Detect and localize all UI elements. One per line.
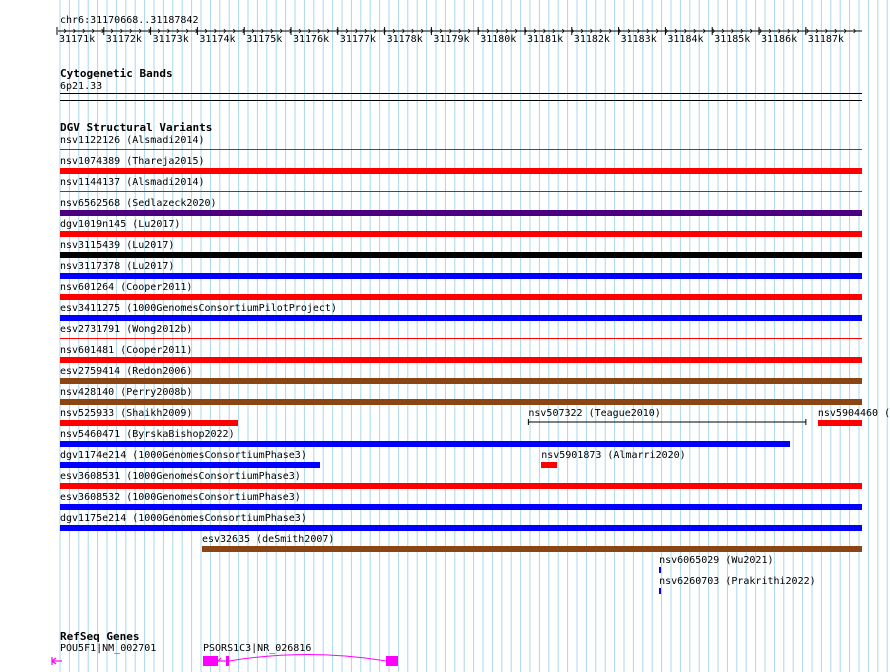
genome-browser-view[interactable]: chr6:31170668..31187842 31171k 31172k 3117… <box>0 0 890 672</box>
gene-intron-psors1c3 <box>228 654 387 662</box>
gene-exon-psors1c3 <box>226 656 229 666</box>
gene-models <box>51 654 398 666</box>
gene-exon-psors1c3 <box>203 656 218 666</box>
gene-exon-psors1c3 <box>386 656 398 666</box>
